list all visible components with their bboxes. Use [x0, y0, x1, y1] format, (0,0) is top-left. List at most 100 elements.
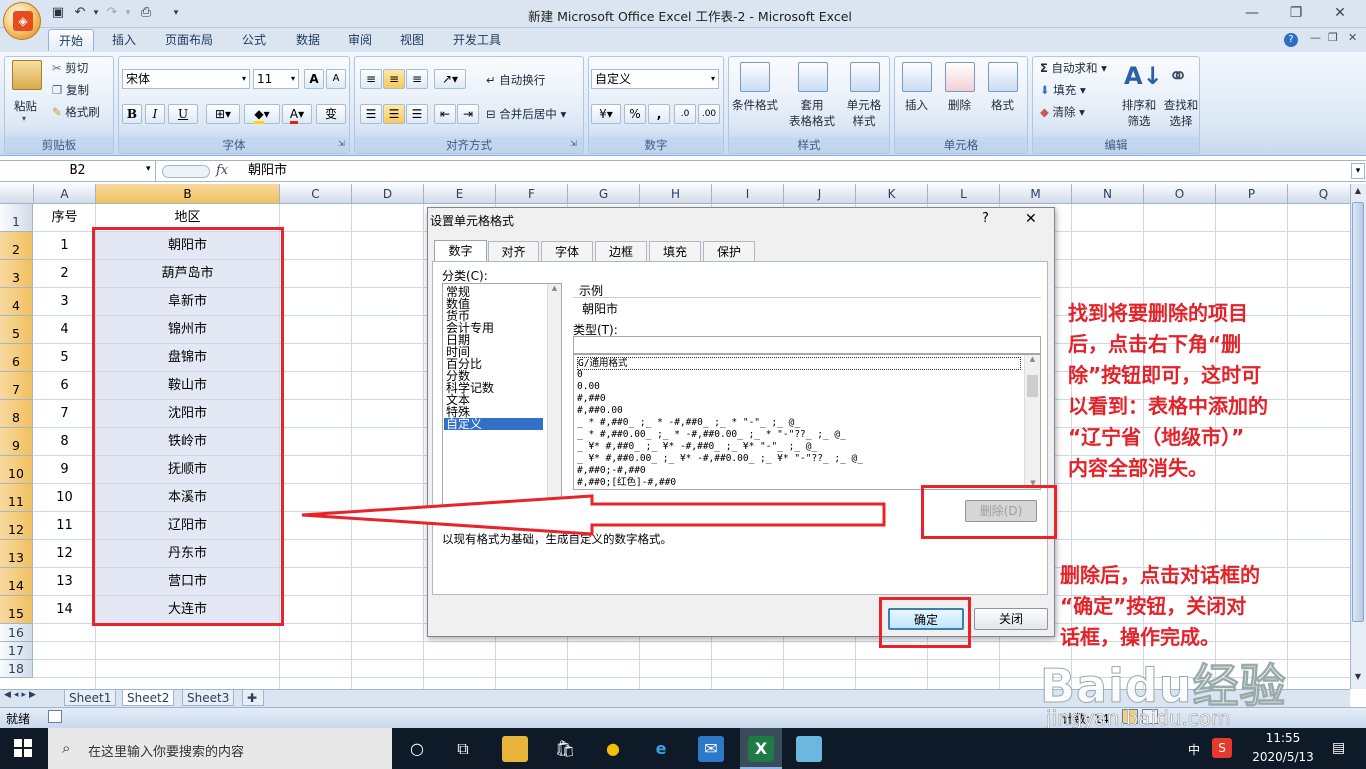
sheet-tab-sheet1[interactable]: Sheet1: [64, 690, 117, 706]
row-header[interactable]: 18: [0, 660, 33, 678]
ribbon-minimize-icon[interactable]: —: [1310, 31, 1321, 44]
minimize-button[interactable]: —: [1232, 2, 1272, 24]
row-header[interactable]: 2: [0, 232, 33, 260]
delete-cells-button[interactable]: 删除: [948, 97, 971, 113]
align-left-button[interactable]: ☰: [360, 104, 382, 124]
undo-dropdown-icon[interactable]: ▾: [88, 5, 104, 21]
orientation-button[interactable]: ↗▾: [434, 69, 466, 89]
find-select-button[interactable]: 查找和 选择: [1162, 97, 1200, 129]
column-header[interactable]: N: [1072, 184, 1144, 204]
align-bottom-button[interactable]: ≡: [406, 69, 428, 89]
comma-button[interactable]: ,: [648, 104, 670, 124]
underline-button[interactable]: U: [168, 104, 198, 124]
row-header[interactable]: 16: [0, 624, 33, 642]
grow-font-button[interactable]: A: [304, 69, 324, 89]
name-box[interactable]: B2: [0, 161, 156, 181]
cell-index[interactable]: 12: [34, 540, 95, 568]
cell-index[interactable]: 6: [34, 372, 95, 400]
format-item[interactable]: _ ¥* #,##0_ ;_ ¥* -#,##0_ ;_ ¥* "-"_ ;_ …: [577, 441, 817, 452]
redo-dropdown-icon[interactable]: ▾: [120, 5, 136, 21]
name-box-dropdown-icon[interactable]: ▾: [146, 164, 151, 174]
cell-index[interactable]: 13: [34, 568, 95, 596]
binoculars-icon[interactable]: ⚭: [1168, 62, 1188, 90]
scroll-up-icon[interactable]: ▲: [548, 284, 561, 292]
sort-filter-icon[interactable]: A↓: [1124, 62, 1163, 90]
row-header[interactable]: 8: [0, 400, 33, 428]
tab-data[interactable]: 数据: [288, 29, 328, 51]
font-dialog-launcher-icon[interactable]: ⇲: [338, 139, 345, 148]
fill-color-button[interactable]: ◆▾: [244, 104, 280, 124]
tab-insert[interactable]: 插入: [104, 29, 144, 51]
cortana-icon[interactable]: ○: [404, 736, 430, 762]
formula-input[interactable]: 朝阳市: [248, 161, 287, 181]
qq-icon[interactable]: ●: [600, 736, 626, 762]
row-header[interactable]: 7: [0, 372, 33, 400]
format-item[interactable]: _ * #,##0_ ;_ * -#,##0_ ;_ * "-"_ ;_ @_: [577, 417, 800, 428]
align-middle-button[interactable]: ≡: [383, 69, 405, 89]
print-preview-icon[interactable]: ⎙: [138, 5, 154, 21]
row-header[interactable]: 3: [0, 260, 33, 288]
row-header[interactable]: 1: [0, 204, 33, 232]
customize-qat-icon[interactable]: ▾: [168, 5, 184, 21]
format-item[interactable]: #,##0;[红色]-#,##0: [577, 477, 676, 488]
italic-button[interactable]: I: [145, 104, 165, 124]
office-button[interactable]: ◈: [3, 2, 41, 40]
cell-index[interactable]: 2: [34, 260, 95, 288]
conditional-format-button[interactable]: 条件格式: [732, 97, 778, 113]
ime-indicator[interactable]: 中: [1188, 741, 1200, 758]
percent-button[interactable]: %: [624, 104, 646, 124]
insert-cells-button[interactable]: 插入: [905, 97, 928, 113]
format-cells-button[interactable]: 格式: [991, 97, 1014, 113]
category-list[interactable]: 常规 数值 货币 会计专用 日期 时间 百分比 分数 科学记数 文本 特殊 自定…: [442, 283, 562, 515]
tab-formulas[interactable]: 公式: [234, 29, 274, 51]
cell-index[interactable]: 14: [34, 596, 95, 624]
phonetic-button[interactable]: 变: [316, 104, 346, 124]
dialog-help-button[interactable]: ?: [982, 211, 989, 226]
help-icon[interactable]: ?: [1284, 33, 1298, 47]
cell-index[interactable]: 8: [34, 428, 95, 456]
tab-home[interactable]: 开始: [48, 29, 94, 51]
scrollbar-thumb[interactable]: [1352, 202, 1364, 622]
fill-button[interactable]: ⬇ 填充 ▾: [1040, 82, 1086, 98]
tab-view[interactable]: 视图: [392, 29, 432, 51]
column-header[interactable]: M: [1000, 184, 1072, 204]
format-item[interactable]: 0.00: [577, 381, 600, 392]
dialog-tab-alignment[interactable]: 对齐: [488, 241, 539, 262]
cell-index[interactable]: 10: [34, 484, 95, 512]
decrease-indent-button[interactable]: ⇤: [434, 104, 456, 124]
expand-formula-bar-icon[interactable]: ▾: [1351, 163, 1365, 179]
row-header[interactable]: 5: [0, 316, 33, 344]
format-item[interactable]: _ * #,##0.00_ ;_ * -#,##0.00_ ;_ * "-"??…: [577, 429, 846, 440]
dialog-tab-font[interactable]: 字体: [541, 241, 593, 262]
row-header[interactable]: 15: [0, 596, 33, 624]
dialog-tab-border[interactable]: 边框: [595, 241, 647, 262]
format-item[interactable]: #,##0: [577, 393, 606, 404]
autosum-button[interactable]: Σ 自动求和 ▾: [1040, 60, 1107, 76]
cell-index[interactable]: 3: [34, 288, 95, 316]
number-format-combo[interactable]: 自定义 ▾: [591, 69, 719, 89]
conditional-format-icon[interactable]: [740, 62, 770, 92]
borders-button[interactable]: ⊞▾: [206, 104, 240, 124]
paste-button[interactable]: 粘贴: [14, 98, 37, 114]
mail-icon[interactable]: ✉: [698, 736, 724, 762]
cancel-button[interactable]: 关闭: [974, 608, 1048, 630]
dialog-tab-number[interactable]: 数字: [434, 240, 487, 262]
column-header[interactable]: H: [640, 184, 712, 204]
cell-index[interactable]: 11: [34, 512, 95, 540]
format-item[interactable]: _ ¥* #,##0.00_ ;_ ¥* -#,##0.00_ ;_ ¥* "-…: [577, 453, 863, 464]
align-center-button[interactable]: ☰: [383, 104, 405, 124]
scrollbar-thumb[interactable]: [1027, 375, 1038, 397]
paste-icon[interactable]: [12, 60, 42, 90]
app-icon[interactable]: [796, 736, 822, 762]
store-icon[interactable]: 🛍: [552, 736, 578, 762]
row-header[interactable]: 17: [0, 642, 33, 660]
dialog-tab-fill[interactable]: 填充: [649, 241, 701, 262]
cell-styles-button[interactable]: 单元格 样式: [843, 97, 885, 129]
format-painter-button[interactable]: ✎ 格式刷: [52, 104, 100, 120]
column-header[interactable]: C: [280, 184, 352, 204]
windows-start-icon[interactable]: [14, 739, 32, 757]
cell-index[interactable]: 1: [34, 232, 95, 260]
increase-indent-button[interactable]: ⇥: [457, 104, 479, 124]
increase-decimal-button[interactable]: .0: [674, 104, 696, 124]
format-as-table-button[interactable]: 套用 表格格式: [786, 97, 838, 129]
